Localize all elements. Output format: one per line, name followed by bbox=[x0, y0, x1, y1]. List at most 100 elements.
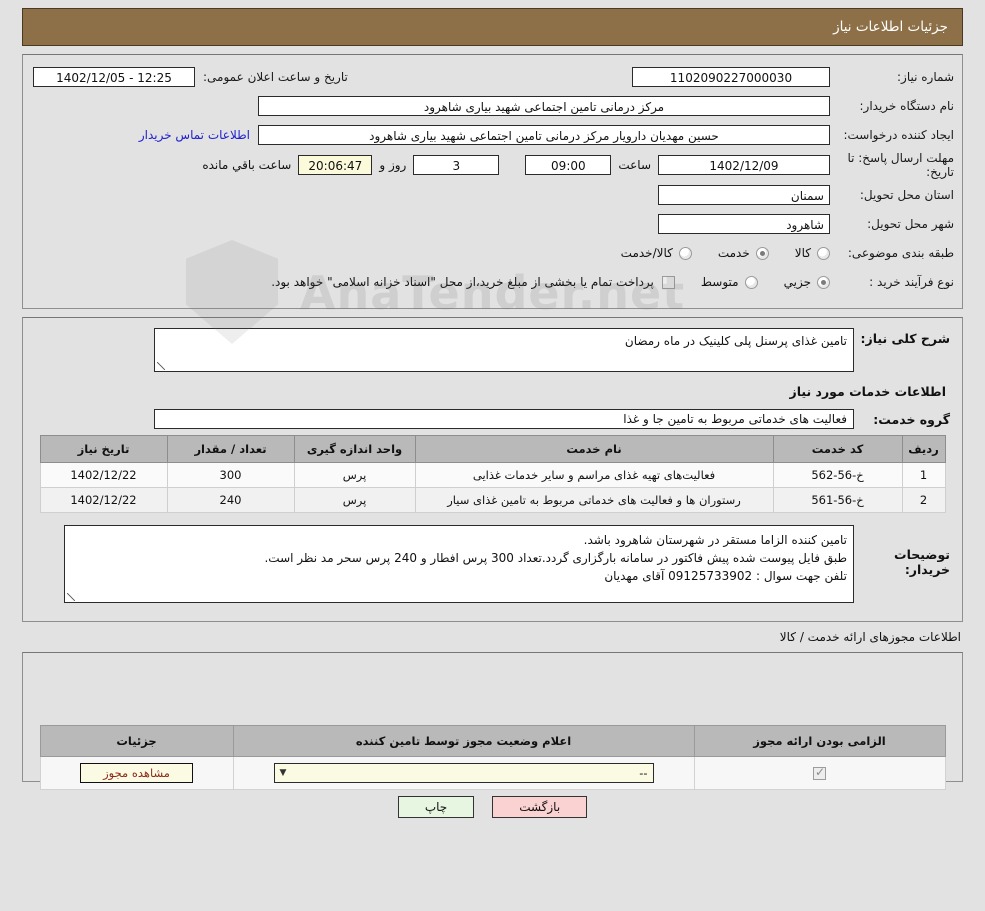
cell-quantity: 240 bbox=[166, 487, 295, 513]
permit-required-checkbox bbox=[813, 765, 826, 780]
process-label: نوع فرآیند خرید : bbox=[869, 275, 954, 289]
category-option-label: کالا/خدمت bbox=[620, 246, 673, 260]
deadline-hour: 09:00 bbox=[525, 155, 612, 175]
permit-status-value: -- bbox=[639, 766, 648, 780]
category-option-label: خدمت bbox=[717, 246, 750, 260]
col-permit-details: جزئیات bbox=[39, 725, 234, 757]
cell-row: 2 bbox=[901, 487, 946, 513]
radio-icon[interactable] bbox=[744, 275, 758, 289]
row-buyer-notes: توضیحات خریدار: تامین کننده الزاما مستقر… bbox=[35, 525, 950, 603]
col-quantity: تعداد / مقدار bbox=[166, 435, 295, 463]
need-number-label: شماره نیاز: bbox=[897, 70, 954, 84]
cell-name: رستوران ها و فعالیت های خدماتی مربوط به … bbox=[414, 487, 774, 513]
cell-permit-required bbox=[693, 756, 946, 790]
col-unit: واحد اندازه گیری bbox=[293, 435, 416, 463]
category-option-kala[interactable]: کالا bbox=[795, 246, 830, 260]
process-option-jozei[interactable]: جزیي bbox=[784, 275, 830, 289]
page-root: AnaTender.net جزئیات اطلاعات نیاز شماره … bbox=[0, 8, 985, 911]
cell-code: خ-56-562 bbox=[772, 462, 903, 488]
row-province: استان محل تحویل: سمنان bbox=[31, 182, 954, 208]
buyer-notes-line: تامین کننده الزاما مستقر در شهرستان شاهر… bbox=[583, 533, 847, 547]
radio-selected-icon[interactable] bbox=[817, 275, 830, 289]
category-radio-group: کالا خدمت کالا/خدمت bbox=[595, 246, 830, 260]
service-group-value-box: فعالیت های خدماتی مربوط به تامین جا و غذ… bbox=[154, 409, 854, 429]
resize-handle-icon[interactable] bbox=[67, 592, 76, 601]
back-button[interactable]: بازگشت bbox=[492, 796, 588, 818]
col-date: تاریخ نیاز bbox=[39, 435, 168, 463]
row-deadline: مهلت ارسال پاسخ: تا تاریخ: 1402/12/09 سا… bbox=[31, 151, 954, 179]
process-radio-group: جزیي متوسط bbox=[675, 275, 830, 289]
items-table: ردیف کد خدمت نام خدمت واحد اندازه گیری ت… bbox=[39, 435, 946, 513]
cell-code: خ-56-561 bbox=[772, 487, 903, 513]
treasury-checkbox[interactable] bbox=[661, 275, 675, 289]
need-number-value: 1102090227000030 bbox=[632, 67, 830, 87]
buyer-org-value: مرکز درمانی تامین اجتماعی شهید بیاری شاه… bbox=[258, 96, 830, 116]
permit-status-select[interactable]: -- ▼ bbox=[273, 763, 654, 783]
table-row: 2 خ-56-561 رستوران ها و فعالیت های خدمات… bbox=[39, 487, 946, 513]
radio-selected-icon[interactable] bbox=[755, 246, 769, 260]
view-permit-button[interactable]: مشاهده مجوز bbox=[80, 763, 193, 783]
city-label: شهر محل تحویل: bbox=[867, 217, 954, 231]
buyer-notes-label: توضیحات خریدار: bbox=[894, 547, 950, 577]
process-option-label: جزیي bbox=[783, 275, 811, 289]
cell-name: فعالیت‌های تهیه غذای مراسم و سایر خدمات … bbox=[414, 462, 774, 488]
days-left-label: روز و bbox=[379, 158, 407, 172]
page-title: جزئیات اطلاعات نیاز bbox=[833, 19, 948, 35]
chevron-down-icon: ▼ bbox=[279, 768, 287, 778]
deadline-hour-label: ساعت bbox=[618, 158, 651, 172]
table-row: 1 خ-56-562 فعالیت‌های تهیه غذای مراسم و … bbox=[39, 462, 946, 488]
days-left-value: 3 bbox=[413, 155, 500, 175]
general-description-value: تامین غذای پرسنل پلی کلینیک در ماه رمضان bbox=[624, 334, 847, 348]
col-name: نام خدمت bbox=[414, 435, 774, 463]
permits-row: -- ▼ مشاهده مجوز bbox=[39, 756, 946, 790]
row-city: شهر محل تحویل: شاهرود bbox=[31, 211, 954, 237]
category-option-khedmat[interactable]: خدمت bbox=[718, 246, 769, 260]
general-description-textarea[interactable]: تامین غذای پرسنل پلی کلینیک در ماه رمضان bbox=[154, 328, 854, 372]
category-option-label: کالا bbox=[794, 246, 811, 260]
cell-quantity: 300 bbox=[166, 462, 295, 488]
col-row: ردیف bbox=[901, 435, 946, 463]
deadline-label: مهلت ارسال پاسخ: تا تاریخ: bbox=[847, 151, 954, 179]
row-need-number: شماره نیاز: 1102090227000030 تاریخ و ساع… bbox=[31, 64, 954, 90]
permits-table: الزامی بودن ارائه مجوز اعلام وضعیت مجوز … bbox=[39, 725, 946, 790]
col-code: کد خدمت bbox=[772, 435, 903, 463]
creator-label: ایجاد کننده درخواست: bbox=[843, 128, 954, 142]
announce-value: 12:25 - 1402/12/05 bbox=[33, 67, 195, 87]
row-buyer-org: نام دستگاه خریدار: مرکز درمانی تامین اجت… bbox=[31, 93, 954, 119]
buyer-notes-textarea[interactable]: تامین کننده الزاما مستقر در شهرستان شاهر… bbox=[64, 525, 854, 603]
col-permit-status: اعلام وضعیت مجوز توسط تامین کننده bbox=[232, 725, 695, 757]
permits-header-row: الزامی بودن ارائه مجوز اعلام وضعیت مجوز … bbox=[39, 725, 946, 757]
need-details-panel: شرح کلی نیاز: تامین غذای پرسنل پلی کلینی… bbox=[22, 317, 963, 622]
cell-permit-details: مشاهده مجوز bbox=[39, 756, 234, 790]
permits-panel: الزامی بودن ارائه مجوز اعلام وضعیت مجوز … bbox=[22, 652, 963, 790]
resize-handle-icon[interactable] bbox=[157, 361, 166, 370]
need-info-panel: شماره نیاز: 1102090227000030 تاریخ و ساع… bbox=[22, 54, 963, 309]
province-value: سمنان bbox=[658, 185, 830, 205]
province-label: استان محل تحویل: bbox=[859, 188, 954, 202]
footer-actions: بازگشت چاپ bbox=[0, 796, 985, 818]
print-button[interactable]: چاپ bbox=[397, 796, 475, 818]
cell-unit: پرس bbox=[293, 487, 416, 513]
col-permit-required: الزامی بودن ارائه مجوز bbox=[693, 725, 946, 757]
radio-icon[interactable] bbox=[678, 246, 692, 260]
process-option-label: متوسط bbox=[700, 275, 739, 289]
creator-value: حسین مهدیان دارویار مرکز درمانی تامین اج… bbox=[258, 125, 830, 145]
general-description-label: شرح کلی نیاز: bbox=[860, 331, 950, 346]
process-option-motavaset[interactable]: متوسط bbox=[701, 275, 758, 289]
countdown-timer: 20:06:47 bbox=[298, 155, 373, 175]
row-process-type: نوع فرآیند خرید : جزیي متوسط پرداخت تمام… bbox=[31, 269, 954, 295]
radio-icon[interactable] bbox=[817, 246, 830, 260]
cell-unit: پرس bbox=[293, 462, 416, 488]
deadline-date: 1402/12/09 bbox=[658, 155, 830, 175]
category-option-kala-khedmat[interactable]: کالا/خدمت bbox=[621, 246, 692, 260]
cell-permit-status: -- ▼ bbox=[232, 756, 695, 790]
permits-section-title: اطلاعات مجوزهای ارائه خدمت / کالا bbox=[779, 630, 961, 644]
services-section-heading: اطلاعات خدمات مورد نیاز bbox=[789, 384, 947, 399]
category-label: طبقه بندی موضوعی: bbox=[847, 246, 954, 260]
announce-label: تاریخ و ساعت اعلان عمومی: bbox=[203, 70, 348, 84]
row-general-description: شرح کلی نیاز: تامین غذای پرسنل پلی کلینی… bbox=[35, 328, 950, 372]
buyer-contact-link[interactable]: اطلاعات تماس خریدار bbox=[131, 128, 258, 142]
items-table-header-row: ردیف کد خدمت نام خدمت واحد اندازه گیری ت… bbox=[39, 435, 946, 463]
buyer-notes-line: تلفن جهت سوال : 09125733902 آقای مهدیان bbox=[604, 569, 847, 583]
time-left-label: ساعت باقي مانده bbox=[202, 158, 292, 172]
